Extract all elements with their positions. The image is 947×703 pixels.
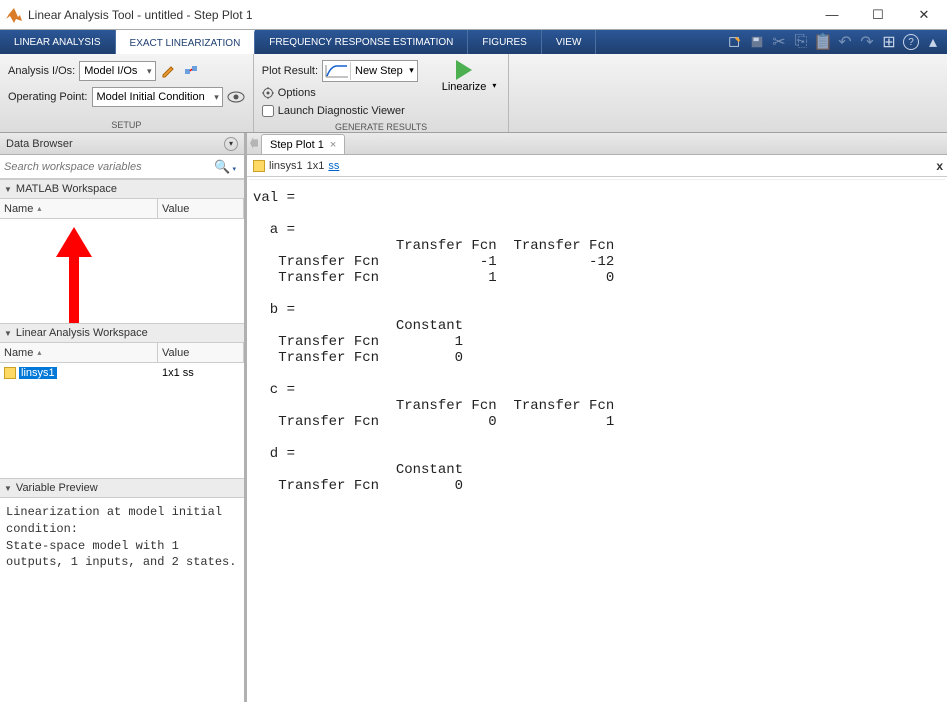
command-output: val = a = Transfer Fcn Transfer Fcn Tran…: [249, 179, 945, 700]
view-op-icon[interactable]: [227, 88, 245, 106]
info-var-type-link[interactable]: ss: [328, 160, 339, 172]
cut-icon[interactable]: ✂: [771, 34, 787, 50]
matlab-logo-icon: [6, 7, 22, 23]
generate-group-label: GENERATE RESULTS: [262, 120, 501, 134]
search-input[interactable]: [4, 161, 210, 173]
ribbon-group-setup: Analysis I/Os: Model I/Os Operating Poin…: [0, 54, 254, 132]
matlab-ws-columns: Name Value: [0, 199, 244, 219]
linear-analysis-workspace-header[interactable]: Linear Analysis Workspace: [0, 323, 244, 343]
operating-point-dropdown[interactable]: Model Initial Condition: [92, 87, 223, 107]
qa-icon-1[interactable]: [727, 34, 743, 50]
col-value[interactable]: Value: [158, 199, 244, 218]
qa-icon-8[interactable]: ⊞: [881, 34, 897, 50]
la-ws-columns: Name Value: [0, 343, 244, 363]
quick-access-toolbar: ✂ ⎘ 📋 ↶ ↷ ⊞ ? ▴: [727, 30, 947, 54]
data-browser-panel: Data Browser ▾ 🔍 MATLAB Workspace Name V…: [0, 133, 247, 702]
analysis-io-dropdown[interactable]: Model I/Os: [79, 61, 155, 81]
plot-result-label: Plot Result:: [262, 65, 318, 77]
options-button[interactable]: Options: [262, 84, 418, 102]
operating-point-label: Operating Point:: [8, 91, 88, 103]
matlab-workspace-body: [0, 219, 244, 323]
document-area: Step Plot 1 × linsys1 1x1 ss x val = a =…: [247, 133, 947, 702]
collapse-panel-icon[interactable]: ▾: [224, 137, 238, 151]
analysis-io-label: Analysis I/Os:: [8, 65, 75, 77]
linear-analysis-workspace-body: linsys1 1x1 ss: [0, 363, 244, 478]
document-tab-bar: Step Plot 1 ×: [247, 133, 947, 155]
tab-frequency-response[interactable]: FREQUENCY RESPONSE ESTIMATION: [255, 30, 468, 54]
title-bar: Linear Analysis Tool - untitled - Step P…: [0, 0, 947, 30]
search-icon[interactable]: 🔍: [210, 159, 240, 175]
variable-icon: [4, 367, 16, 379]
collapse-ribbon-icon[interactable]: ▴: [925, 34, 941, 50]
undo-icon[interactable]: ↶: [837, 34, 853, 50]
redo-icon[interactable]: ↷: [859, 34, 875, 50]
window-title: Linear Analysis Tool - untitled - Step P…: [28, 8, 809, 22]
tab-view[interactable]: VIEW: [542, 30, 597, 54]
la-col-name[interactable]: Name: [0, 343, 158, 362]
save-icon[interactable]: [749, 34, 765, 50]
plot-result-dropdown[interactable]: New Step: [322, 60, 418, 82]
variable-preview-body: Linearization at model initial condition…: [0, 498, 244, 702]
linearize-button[interactable]: Linearize: [428, 58, 501, 120]
minimize-button[interactable]: —: [809, 0, 855, 30]
variable-preview-header[interactable]: Variable Preview: [0, 478, 244, 498]
la-variable-row[interactable]: linsys1 1x1 ss: [0, 363, 244, 383]
gear-icon: [262, 87, 274, 99]
data-browser-header: Data Browser ▾: [0, 133, 244, 155]
sync-io-icon[interactable]: [182, 62, 200, 80]
col-name[interactable]: Name: [0, 199, 158, 218]
edit-io-icon[interactable]: [160, 62, 178, 80]
help-icon[interactable]: ?: [903, 34, 919, 50]
setup-group-label: SETUP: [8, 118, 245, 132]
matlab-workspace-header[interactable]: MATLAB Workspace: [0, 179, 244, 199]
step-plot-thumb-icon: [323, 62, 351, 80]
maximize-button[interactable]: ☐: [855, 0, 901, 30]
variable-icon: [253, 160, 265, 172]
annotation-arrow: [54, 227, 94, 323]
la-col-value[interactable]: Value: [158, 343, 244, 362]
ribbon: Analysis I/Os: Model I/Os Operating Poin…: [0, 54, 947, 133]
info-var-name: linsys1: [269, 160, 303, 172]
close-tab-icon[interactable]: ×: [330, 139, 336, 151]
main-tab-strip: LINEAR ANALYSIS EXACT LINEARIZATION FREQ…: [0, 30, 947, 54]
tab-figures[interactable]: FIGURES: [468, 30, 541, 54]
search-row: 🔍: [0, 155, 244, 179]
doc-tab-step-plot[interactable]: Step Plot 1 ×: [261, 134, 345, 154]
close-info-icon[interactable]: x: [936, 159, 943, 173]
launch-diagnostic-checkbox[interactable]: [262, 105, 274, 117]
paste-icon[interactable]: 📋: [815, 34, 831, 50]
copy-icon[interactable]: ⎘: [793, 34, 809, 50]
launch-diagnostic-label: Launch Diagnostic Viewer: [278, 105, 405, 117]
ribbon-group-generate: Plot Result: New Step Options Launch Dia…: [254, 54, 510, 132]
info-var-dim: 1x1: [307, 160, 325, 172]
tab-linear-analysis[interactable]: LINEAR ANALYSIS: [0, 30, 116, 54]
tab-exact-linearization[interactable]: EXACT LINEARIZATION: [116, 30, 256, 54]
close-button[interactable]: ✕: [901, 0, 947, 30]
variable-info-bar: linsys1 1x1 ss x: [247, 155, 947, 177]
play-icon: [456, 60, 472, 80]
